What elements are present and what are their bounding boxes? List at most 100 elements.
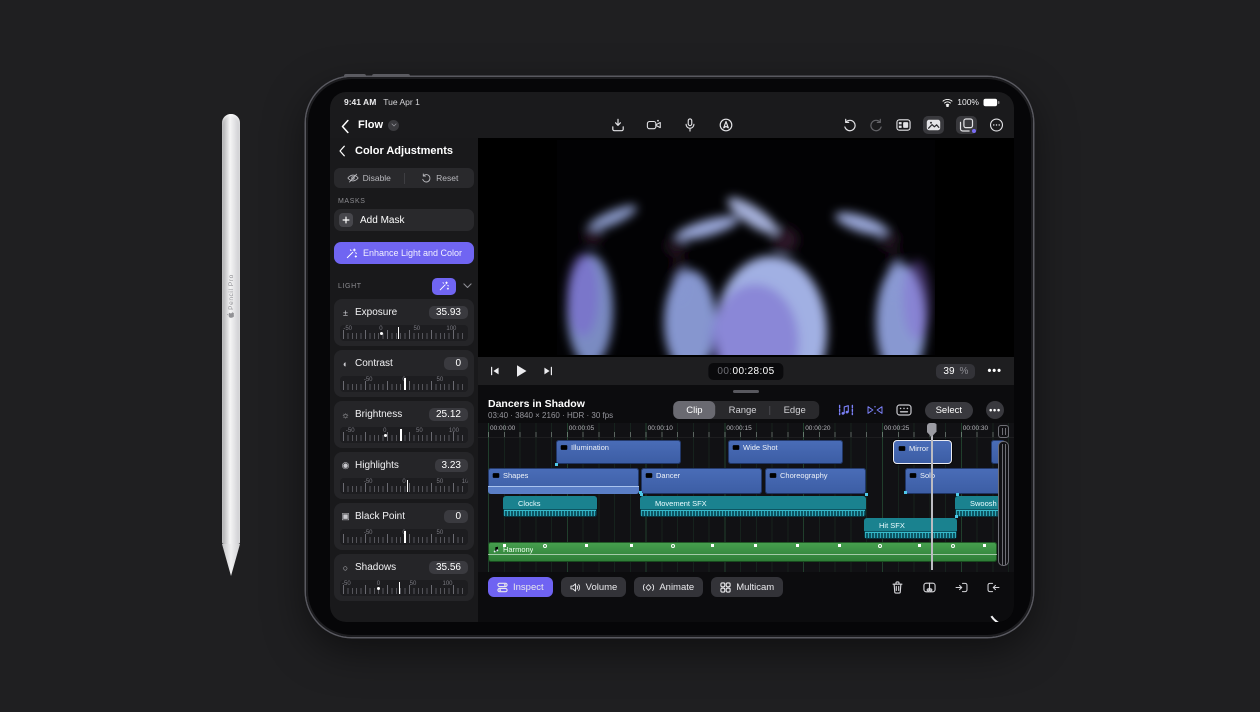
keyframe[interactable] <box>585 544 588 547</box>
select-button[interactable]: Select <box>925 402 973 419</box>
clip-name: Solo <box>920 471 935 480</box>
keyframe[interactable] <box>918 544 921 547</box>
keyframe[interactable] <box>951 544 955 548</box>
exposure-indicator[interactable] <box>398 327 400 339</box>
contrast-value[interactable]: 0 <box>444 357 468 370</box>
blade-icon[interactable] <box>923 581 936 594</box>
volume-button[interactable]: Volume <box>561 577 627 597</box>
timecode-display[interactable]: 00:00:28:05 <box>708 363 783 380</box>
camera-icon[interactable] <box>647 118 662 132</box>
playhead[interactable] <box>931 423 933 570</box>
animate-button[interactable]: Animate <box>634 577 703 597</box>
black-point-indicator[interactable] <box>404 531 406 543</box>
clip-shapes[interactable]: Shapes <box>488 468 639 494</box>
clip-clocks[interactable]: Clocks <box>503 496 597 517</box>
highlights-slider[interactable]: -50050100 <box>340 478 468 494</box>
timeline-zoom-scrollbar[interactable] <box>998 425 1009 566</box>
viewer-more-icon[interactable]: ••• <box>987 365 1002 377</box>
back-chevron-icon[interactable] <box>340 119 350 132</box>
skip-back-icon[interactable] <box>490 366 500 376</box>
keyframe[interactable] <box>503 544 506 547</box>
more-circle-icon[interactable] <box>989 118 1004 132</box>
black-point-slider[interactable]: -50050 <box>340 529 468 545</box>
undo-icon[interactable] <box>842 118 857 132</box>
keyframe[interactable] <box>671 544 675 548</box>
mic-icon[interactable] <box>683 118 698 132</box>
timeline-more-icon[interactable]: ••• <box>986 401 1004 419</box>
clip-movement-sfx[interactable]: Movement SFX <box>640 496 866 517</box>
scrollbar-cap[interactable] <box>998 425 1009 438</box>
import-icon[interactable] <box>611 118 626 132</box>
scrollbar-track[interactable] <box>998 441 1009 566</box>
project-chevron-down-icon[interactable] <box>388 120 399 131</box>
brightness-slider[interactable]: -50050100 <box>340 427 468 443</box>
square-dot-icon: ▣ <box>340 511 351 522</box>
exposure-slider[interactable]: -50050100 <box>340 325 468 341</box>
mode-clip[interactable]: Clip <box>673 401 715 419</box>
viewer-zoom-level[interactable]: 39% <box>936 364 975 379</box>
connection-dot <box>904 491 907 494</box>
draw-icon[interactable] <box>719 118 734 132</box>
light-auto-wand-button[interactable] <box>432 278 456 295</box>
brightness-value[interactable]: 25.12 <box>429 408 468 421</box>
keyframe[interactable] <box>630 544 633 547</box>
mode-edge[interactable]: Edge <box>771 401 819 419</box>
overwrite-icon[interactable] <box>955 581 968 594</box>
video-preview[interactable] <box>557 140 935 355</box>
clip-wide-shot[interactable]: Wide Shot <box>728 440 843 464</box>
light-chevron-down-icon[interactable] <box>463 283 472 289</box>
black-point-value[interactable]: 0 <box>444 510 468 523</box>
timeline[interactable]: 00:00:0000:00:0500:00:1000:00:1500:00:20… <box>478 423 1014 572</box>
keyframe[interactable] <box>878 544 882 548</box>
clip-dancer[interactable]: Dancer <box>641 468 762 494</box>
panel-back-chevron-icon[interactable] <box>338 145 346 157</box>
waveform-strip <box>641 510 865 516</box>
keyframe[interactable] <box>838 544 841 547</box>
shadows-indicator[interactable] <box>399 582 401 594</box>
disable-button[interactable]: Disable <box>334 173 404 183</box>
media-icon[interactable] <box>923 116 944 134</box>
project-title[interactable]: Flow <box>358 119 383 131</box>
clip-solo[interactable]: Solo <box>905 468 1004 494</box>
shadows-slider[interactable]: -50050100 <box>340 580 468 596</box>
slider-brightness: ☼Brightness25.12-50050100 <box>334 401 474 448</box>
keyframe[interactable] <box>754 544 757 547</box>
keyframe[interactable] <box>983 544 986 547</box>
duplicate-icon[interactable] <box>956 116 977 134</box>
keyframe[interactable] <box>543 544 547 548</box>
play-button[interactable] <box>515 364 528 378</box>
enhance-light-color-button[interactable]: Enhance Light and Color <box>334 242 474 264</box>
keyframe[interactable] <box>796 544 799 547</box>
keyboard-icon[interactable] <box>896 404 912 416</box>
clip-choreography[interactable]: Choreography <box>765 468 866 494</box>
ruler-time: 00:00:20 <box>805 425 830 432</box>
waveform-icon <box>507 500 515 508</box>
shadows-value[interactable]: 35.56 <box>429 561 468 574</box>
clip-illumination[interactable]: Illumination <box>556 440 681 464</box>
disable-reset-group: Disable Reset <box>334 168 474 188</box>
skip-forward-icon[interactable] <box>543 366 553 376</box>
reset-button[interactable]: Reset <box>405 173 475 183</box>
trash-icon[interactable] <box>891 581 904 594</box>
drag-handle[interactable] <box>733 390 759 393</box>
browser-icon[interactable] <box>896 118 911 132</box>
brightness-indicator[interactable] <box>400 429 402 441</box>
clip-harmony[interactable]: Harmony <box>488 542 997 562</box>
masks-label: MASKS <box>338 198 474 205</box>
add-mask-button[interactable]: Add Mask <box>334 209 474 231</box>
audio-meters-icon[interactable] <box>838 404 854 416</box>
contrast-indicator[interactable] <box>404 378 406 390</box>
highlights-value[interactable]: 3.23 <box>435 459 468 472</box>
clip-hit-sfx[interactable]: Hit SFX <box>864 518 957 539</box>
circle-dot-icon: ◉ <box>340 460 351 471</box>
mode-range[interactable]: Range <box>716 401 770 419</box>
inspect-button[interactable]: Inspect <box>488 577 553 597</box>
clip-mirror[interactable]: Mirror <box>893 440 952 464</box>
contrast-slider[interactable]: -50050 <box>340 376 468 392</box>
exposure-value[interactable]: 35.93 <box>429 306 468 319</box>
highlights-indicator[interactable] <box>407 480 409 492</box>
screen: 9:41 AM Tue Apr 1 100% Flow Color Adjust… <box>330 92 1014 622</box>
multicam-button[interactable]: Multicam <box>711 577 783 597</box>
keyframe[interactable] <box>711 544 714 547</box>
trim-mode-icon[interactable] <box>867 404 883 416</box>
